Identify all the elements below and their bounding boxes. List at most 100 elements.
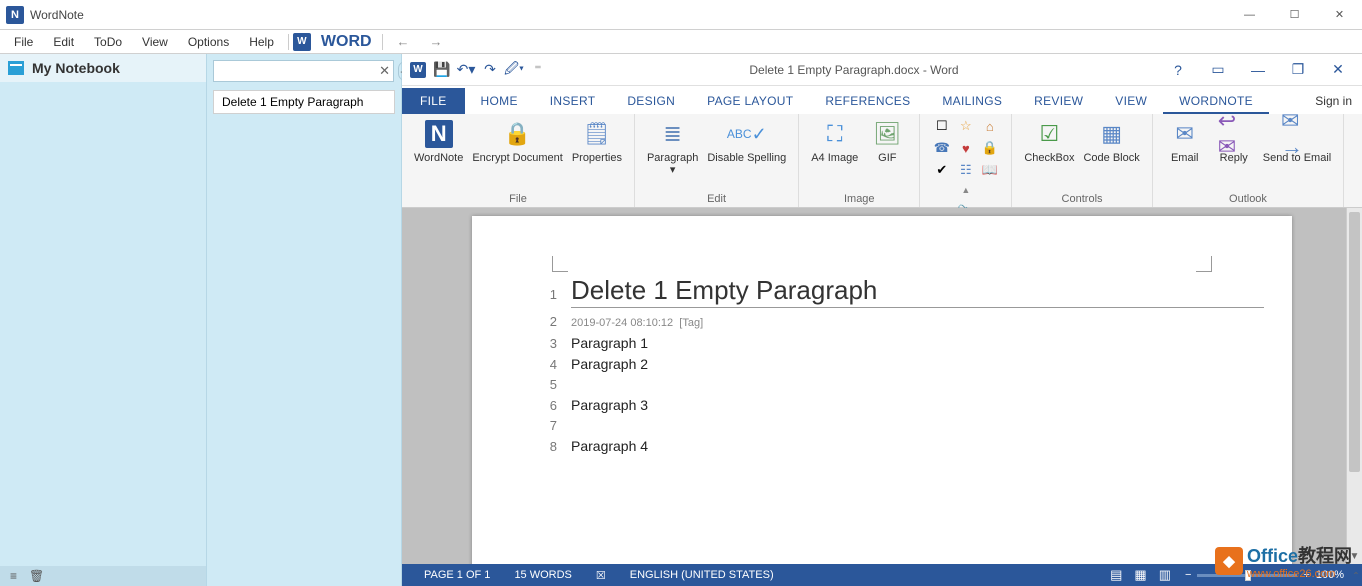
reply-button[interactable]: ↩✉ Reply	[1210, 116, 1258, 166]
wordnote-button[interactable]: N WordNote	[410, 116, 467, 166]
signin-link[interactable]: Sign in	[1305, 88, 1362, 114]
help-icon[interactable]: ?	[1158, 58, 1198, 82]
properties-icon: 🗒	[581, 118, 613, 150]
tab-design[interactable]: DESIGN	[611, 88, 691, 114]
line-number: 5	[527, 375, 557, 395]
wordnote-titlebar: N WordNote — ☐ ✕	[0, 0, 1362, 30]
word-minimize-button[interactable]: —	[1238, 58, 1278, 82]
status-words[interactable]: 15 WORDS	[502, 569, 583, 581]
trash-icon[interactable]: 🗑	[29, 569, 44, 583]
collapse-ribbon-icon[interactable]: ˆ	[1354, 570, 1358, 584]
view-read-mode-icon[interactable]: ▤	[1104, 567, 1128, 583]
gif-icon: 🖼	[871, 118, 903, 150]
editor-select-word[interactable]: WORD	[315, 31, 378, 53]
ribbon-group-outlook: ✉ Email ↩✉ Reply ✉→ Send to Email Outloo…	[1153, 114, 1344, 207]
status-proofing-icon[interactable]: ☒	[584, 569, 618, 582]
menu-help[interactable]: Help	[239, 33, 284, 51]
word-embedded-window: W 💾 ↶▾ ↷ 🖉▾ ⁼ Delete 1 Empty Paragraph.d…	[402, 54, 1362, 586]
tag-lock-icon[interactable]: 🔒	[979, 138, 1001, 158]
a4-image-icon: ⛶	[819, 118, 851, 150]
notebook-header[interactable]: My Notebook	[0, 54, 206, 82]
tag-heart-icon[interactable]: ♥	[955, 138, 977, 158]
notebook-label: My Notebook	[32, 60, 120, 76]
save-icon[interactable]: 💾	[430, 58, 454, 82]
tab-mailings[interactable]: MAILINGS	[926, 88, 1018, 114]
note-list-item[interactable]: Delete 1 Empty Paragraph	[213, 90, 395, 114]
doc-heading[interactable]: Delete 1 Empty Paragraph	[571, 280, 877, 300]
close-button[interactable]: ✕	[1317, 0, 1362, 30]
status-page[interactable]: PAGE 1 OF 1	[412, 569, 502, 581]
document-page[interactable]: 1Delete 1 Empty Paragraph 22019-07-24 08…	[472, 216, 1292, 564]
notebook-sidebar: My Notebook ≡ 🗑	[0, 54, 207, 586]
nav-forward-button[interactable]: →	[420, 32, 453, 51]
gif-button[interactable]: 🖼 GIF	[863, 116, 911, 166]
paragraph-button[interactable]: ≣ Paragraph▾	[643, 116, 702, 178]
tab-insert[interactable]: INSERT	[534, 88, 612, 114]
note-list-panel: ✕ ＋ Delete 1 Empty Paragraph	[207, 54, 402, 586]
scroll-thumb[interactable]	[1349, 212, 1360, 472]
doc-line[interactable]: Paragraph 1	[571, 333, 648, 353]
doc-line[interactable]: Paragraph 4	[571, 436, 648, 456]
heading-rule	[571, 307, 1264, 308]
tab-home[interactable]: HOME	[465, 88, 534, 114]
document-content: 1Delete 1 Empty Paragraph 22019-07-24 08…	[527, 280, 1264, 457]
codeblock-button[interactable]: ▦ Code Block	[1079, 116, 1143, 166]
tab-review[interactable]: REVIEW	[1018, 88, 1099, 114]
ribbon-display-icon[interactable]: ▭	[1198, 58, 1238, 82]
clear-search-icon[interactable]: ✕	[379, 63, 390, 79]
codeblock-icon: ▦	[1096, 118, 1128, 150]
minimize-button[interactable]: —	[1227, 0, 1272, 30]
line-number: 4	[527, 355, 557, 375]
tags-scroll-up-icon[interactable]: ▲	[959, 180, 973, 200]
watermark-url: www.office26.com	[1247, 568, 1352, 580]
email-button[interactable]: ✉ Email	[1161, 116, 1209, 166]
nav-back-button[interactable]: ←	[387, 32, 420, 51]
qat-more-icon[interactable]: ⁼	[526, 58, 550, 82]
tag-phone-icon[interactable]: ☎	[931, 138, 953, 158]
tag-checkbox-icon[interactable]: ☐	[931, 116, 953, 136]
qat-customize-icon[interactable]: 🖉▾	[502, 58, 526, 82]
maximize-button[interactable]: ☐	[1272, 0, 1317, 30]
ribbon-group-image: ⛶ A4 Image 🖼 GIF Image	[799, 114, 920, 207]
vertical-scrollbar[interactable]: ▲ ▼	[1346, 208, 1362, 564]
send-to-email-button[interactable]: ✉→ Send to Email	[1259, 116, 1335, 166]
tab-file[interactable]: FILE	[402, 88, 465, 114]
tag-star-icon[interactable]: ☆	[955, 116, 977, 136]
encrypt-document-button[interactable]: 🔒 Encrypt Document	[468, 116, 566, 166]
view-web-layout-icon[interactable]: ▥	[1153, 567, 1177, 583]
word-doc-title: Delete 1 Empty Paragraph.docx - Word	[550, 63, 1158, 77]
undo-icon[interactable]: ↶▾	[454, 58, 478, 82]
redo-icon[interactable]: ↷	[478, 58, 502, 82]
expand-icon[interactable]: ≡	[10, 569, 17, 583]
tag-book-icon[interactable]: 📖	[979, 160, 1001, 180]
tag-contact-icon[interactable]: ☷	[955, 160, 977, 180]
view-print-layout-icon[interactable]: ▦	[1128, 567, 1152, 583]
tab-wordnote[interactable]: WORDNOTE	[1163, 88, 1269, 114]
word-restore-button[interactable]: ❐	[1278, 58, 1318, 82]
doc-line[interactable]: Paragraph 3	[571, 395, 648, 415]
checkbox-button[interactable]: ☑ CheckBox	[1020, 116, 1078, 166]
tab-page-layout[interactable]: PAGE LAYOUT	[691, 88, 809, 114]
tag-check-icon[interactable]: ✔	[931, 160, 953, 180]
word-close-button[interactable]: ✕	[1318, 58, 1358, 82]
word-ribbon: N WordNote 🔒 Encrypt Document 🗒 Properti…	[402, 114, 1362, 208]
search-input[interactable]	[213, 60, 394, 82]
menu-options[interactable]: Options	[178, 33, 239, 51]
tag-home-icon[interactable]: ⌂	[979, 116, 1001, 136]
doc-line[interactable]: Paragraph 2	[571, 354, 648, 374]
tab-references[interactable]: REFERENCES	[809, 88, 926, 114]
menu-file[interactable]: File	[4, 33, 43, 51]
spellcheck-icon: ABC✓	[731, 118, 763, 150]
menu-view[interactable]: View	[132, 33, 178, 51]
a4-image-button[interactable]: ⛶ A4 Image	[807, 116, 862, 166]
menu-edit[interactable]: Edit	[43, 33, 84, 51]
doc-meta[interactable]: 2019-07-24 08:10:12 [Tag]	[571, 313, 703, 333]
tab-view[interactable]: VIEW	[1099, 88, 1163, 114]
menu-todo[interactable]: ToDo	[84, 33, 132, 51]
properties-button[interactable]: 🗒 Properties	[568, 116, 626, 166]
reply-icon: ↩✉	[1218, 118, 1250, 150]
zoom-out-icon[interactable]: −	[1185, 569, 1191, 581]
disable-spelling-button[interactable]: ABC✓ Disable Spelling	[703, 116, 790, 178]
status-language[interactable]: ENGLISH (UNITED STATES)	[618, 569, 786, 581]
tags-grid[interactable]: ☐ ☆ ⌂ ☎ ♥ 🔒 ✔ ☷ 📖	[931, 116, 1001, 180]
